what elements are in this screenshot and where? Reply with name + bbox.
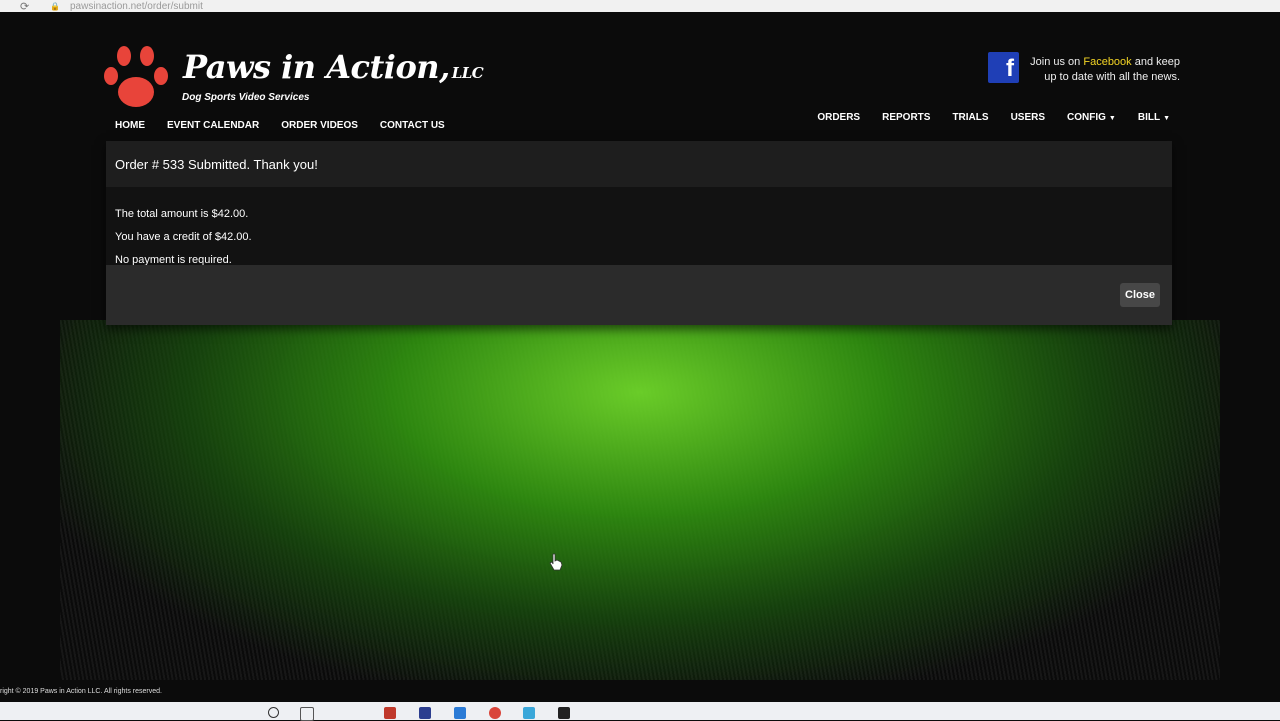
lock-icon: 🔒 [50,1,60,11]
brand-suffix: LLC [451,64,484,82]
app-icon[interactable] [384,707,396,719]
app-icon[interactable] [419,707,431,719]
nav-contact-us[interactable]: CONTACT US [380,120,445,131]
admin-nav: ORDERS REPORTS TRIALS USERS CONFIG ▼ BILL… [795,112,1170,123]
close-button[interactable]: Close [1120,283,1160,307]
brand-tagline: Dog Sports Video Services [182,92,310,103]
facebook-icon[interactable]: f [988,52,1019,83]
grass-background [60,320,1220,680]
chrome-icon[interactable] [489,707,501,719]
credit-text: You have a credit of $42.00. [115,231,252,243]
edge-icon[interactable] [454,707,466,719]
facebook-link[interactable]: Facebook [1083,56,1131,68]
nav-orders[interactable]: ORDERS [817,112,860,123]
modal-body: The total amount is $42.00. You have a c… [106,187,1172,266]
nav-config-label: CONFIG [1067,112,1106,123]
address-url[interactable]: pawsinaction.net/order/submit [70,1,203,12]
hand-cursor-icon [549,553,563,571]
brand-name[interactable]: Paws in Action, LLC [183,48,484,86]
facebook-text-before: Join us on [1030,56,1081,68]
modal-footer: Close [106,265,1172,325]
nav-trials[interactable]: TRIALS [952,112,988,123]
modal-title: Order # 533 Submitted. Thank you! [106,141,1172,187]
task-view-icon[interactable] [300,707,314,721]
order-confirmation-modal: Order # 533 Submitted. Thank you! The to… [106,141,1172,325]
facebook-promo: Join us on Facebook and keep up to date … [1028,55,1180,85]
chevron-down-icon: ▼ [1108,115,1116,122]
reload-icon[interactable]: ⟳ [20,0,34,13]
nav-user-menu[interactable]: BILL ▼ [1138,112,1170,123]
app-icon[interactable] [523,707,535,719]
site-header: Paws in Action, LLC Dog Sports Video Serv… [0,12,1280,110]
windows-taskbar [0,702,1280,721]
nav-users[interactable]: USERS [1011,112,1045,123]
copyright-text: right © 2019 Paws in Action LLC. All rig… [0,688,162,695]
chevron-down-icon: ▼ [1163,115,1170,122]
nav-user-label: BILL [1137,112,1161,123]
nav-order-videos[interactable]: ORDER VIDEOS [281,120,358,131]
total-amount-text: The total amount is $42.00. [115,208,249,220]
nav-home[interactable]: HOME [115,120,145,131]
paw-logo-icon [104,46,168,107]
nav-config[interactable]: CONFIG ▼ [1067,112,1116,123]
nav-reports[interactable]: REPORTS [882,112,930,123]
nav-event-calendar[interactable]: EVENT CALENDAR [167,120,259,131]
app-icon[interactable] [558,707,570,719]
main-nav: HOME EVENT CALENDAR ORDER VIDEOS CONTACT… [115,120,467,131]
search-icon[interactable] [268,707,279,718]
brand-title: Paws in Action, [183,48,450,86]
browser-address-bar: ⟳ 🔒 pawsinaction.net/order/submit [0,0,1280,13]
